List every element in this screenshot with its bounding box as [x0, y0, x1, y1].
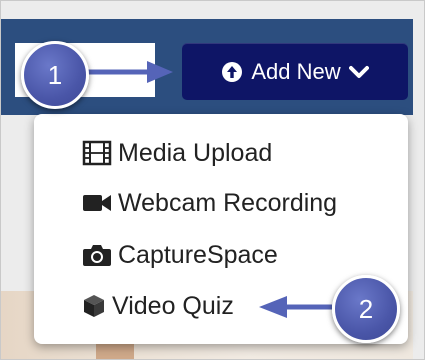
step-marker-1: 1 [21, 41, 89, 109]
arrow-right-icon [85, 61, 173, 83]
step-marker-2: 2 [332, 275, 400, 343]
screenshot-frame: Add New Media Upload Webcam Recording Ca… [0, 0, 425, 360]
arrow-left-icon [259, 296, 332, 318]
